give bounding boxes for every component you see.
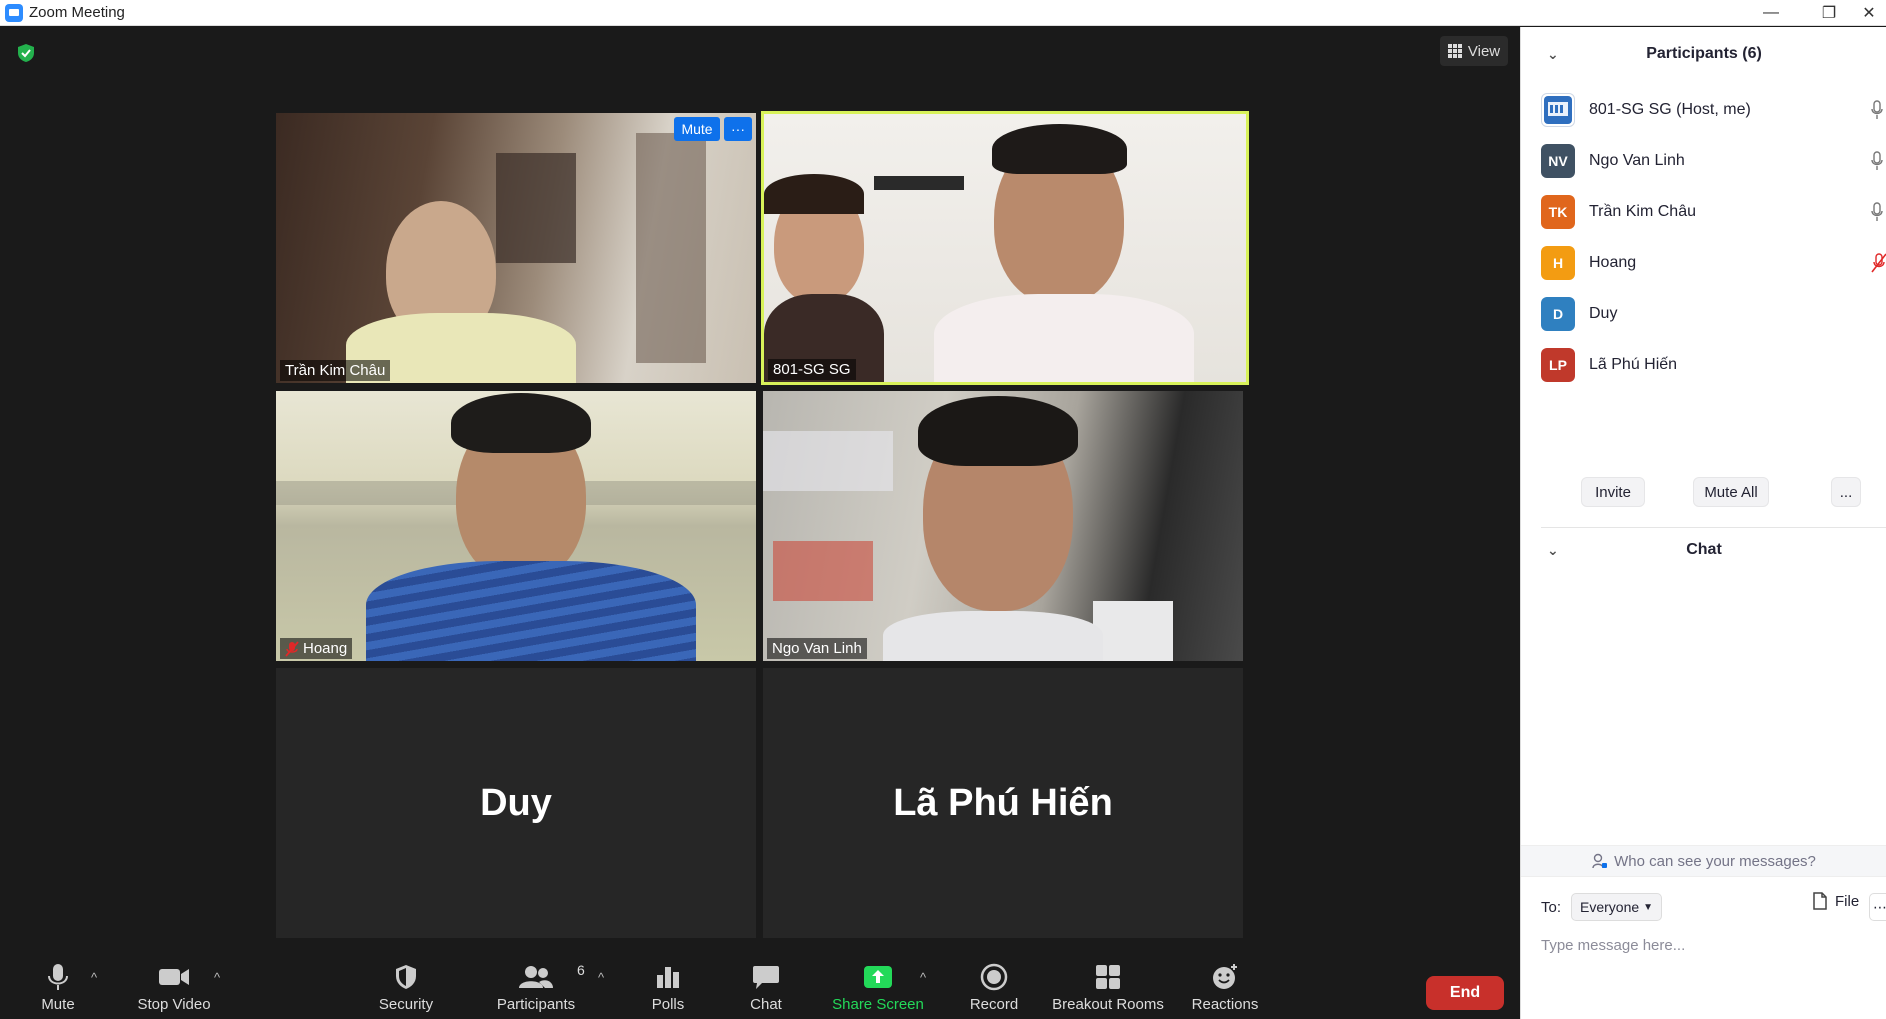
video-tile-active-speaker[interactable]: 801-SG SG — [761, 111, 1249, 385]
participant-row[interactable]: H Hoang — [1541, 243, 1886, 283]
avatar: NV — [1541, 144, 1575, 178]
hover-more-button[interactable]: ··· — [724, 117, 752, 141]
mute-button[interactable]: Mute — [36, 960, 80, 1013]
side-panel: ⌄ Participants (6) 801-SG SG (Host, me) … — [1520, 27, 1886, 1019]
zoom-logo-icon — [5, 3, 23, 22]
microphone-icon — [48, 964, 68, 990]
participants-button[interactable]: 6 Participants — [496, 960, 585, 1013]
collapse-participants-chevron-icon[interactable]: ⌄ — [1547, 46, 1559, 63]
avatar — [1541, 93, 1575, 127]
polls-button[interactable]: Polls — [648, 960, 688, 1013]
mic-muted-icon[interactable] — [1871, 253, 1886, 273]
share-screen-button[interactable]: Share Screen — [830, 960, 926, 1013]
audio-options-caret[interactable]: ^ — [91, 970, 97, 985]
video-options-caret[interactable]: ^ — [214, 970, 220, 985]
panel-divider — [1541, 527, 1886, 528]
video-tile[interactable]: Hoang — [276, 391, 756, 661]
video-feed — [763, 391, 1243, 661]
view-label: View — [1467, 42, 1501, 60]
avatar: LP — [1541, 348, 1575, 382]
collapse-chat-chevron-icon[interactable]: ⌄ — [1547, 542, 1559, 559]
tile-name-tag: Hoang — [280, 638, 353, 659]
participant-row[interactable]: 801-SG SG (Host, me) — [1541, 90, 1886, 130]
breakout-rooms-button[interactable]: Breakout Rooms — [1050, 960, 1166, 1013]
participants-header: ⌄ Participants (6) — [1547, 45, 1762, 63]
grid-view-icon — [1447, 44, 1462, 58]
breakout-rooms-icon — [1096, 965, 1120, 989]
avatar: TK — [1541, 195, 1575, 229]
mic-on-icon[interactable] — [1871, 151, 1883, 171]
mic-on-icon[interactable] — [1871, 100, 1883, 120]
video-tile[interactable]: Ngo Van Linh — [763, 391, 1243, 661]
participant-row[interactable]: LP Lã Phú Hiến — [1541, 345, 1886, 385]
meeting-toolbar: Mute ^ Stop Video ^ Security 6 Participa… — [0, 960, 1520, 1019]
invite-button[interactable]: Invite — [1581, 477, 1645, 507]
encryption-shield-icon[interactable] — [16, 43, 36, 63]
to-label: To: — [1541, 898, 1562, 916]
video-tile[interactable]: Mute ··· Trần Kim Châu — [276, 113, 756, 383]
share-options-caret[interactable]: ^ — [920, 970, 926, 985]
video-feed — [764, 114, 1246, 382]
chat-bubble-icon — [753, 966, 779, 989]
file-button[interactable]: File — [1813, 892, 1859, 910]
tile-name-tag: Trần Kim Châu — [280, 360, 391, 381]
participants-more-button[interactable]: ... — [1831, 477, 1861, 507]
video-stage: View Mute ··· Trần Kim Châu 801-SG SG Ho… — [0, 27, 1520, 1019]
video-tile-no-video[interactable]: Lã Phú Hiến — [763, 668, 1243, 938]
mute-all-button[interactable]: Mute All — [1693, 477, 1769, 507]
hover-mute-button[interactable]: Mute — [674, 117, 720, 141]
participant-row[interactable]: NV Ngo Van Linh — [1541, 141, 1886, 181]
participant-display-name: Lã Phú Hiến — [893, 781, 1113, 824]
muted-mic-icon — [285, 640, 299, 657]
reactions-button[interactable]: Reactions — [1190, 960, 1260, 1013]
chat-more-button[interactable]: ⋯ — [1869, 893, 1886, 921]
chat-button[interactable]: Chat — [746, 960, 786, 1013]
chevron-down-icon: ▼ — [1643, 901, 1654, 913]
mic-on-icon[interactable] — [1871, 202, 1883, 222]
record-icon — [980, 963, 1008, 991]
chat-header: ⌄ Chat — [1547, 541, 1722, 559]
participant-row[interactable]: TK Trần Kim Châu — [1541, 192, 1886, 232]
participants-options-caret[interactable]: ^ — [598, 970, 604, 985]
video-camera-icon — [159, 969, 189, 985]
chat-message-input[interactable] — [1541, 927, 1871, 963]
tile-name-tag: Ngo Van Linh — [767, 638, 867, 659]
view-button[interactable]: View — [1440, 36, 1508, 66]
chat-recipient-row: To: Everyone ▼ File ⋯ — [1541, 892, 1886, 922]
title-bar: Zoom Meeting — ❐ ✕ — [0, 0, 1886, 26]
who-can-see-messages-link[interactable]: Who can see your messages? — [1521, 845, 1886, 877]
participants-count-badge: 6 — [577, 962, 585, 978]
minimize-button[interactable]: — — [1748, 0, 1794, 26]
avatar: H — [1541, 246, 1575, 280]
security-shield-icon — [396, 965, 416, 989]
recipient-dropdown[interactable]: Everyone ▼ — [1571, 893, 1663, 921]
video-feed — [276, 113, 756, 383]
record-button[interactable]: Record — [964, 960, 1024, 1013]
polls-bar-chart-icon — [657, 967, 679, 988]
end-meeting-button[interactable]: End — [1426, 976, 1504, 1010]
video-feed — [276, 391, 756, 661]
stop-video-button[interactable]: Stop Video — [134, 960, 214, 1013]
restore-button[interactable]: ❐ — [1806, 0, 1852, 26]
file-icon — [1813, 892, 1827, 910]
window-title: Zoom Meeting — [29, 4, 125, 21]
host-avatar-image-icon — [1544, 96, 1572, 124]
share-screen-icon — [864, 966, 892, 988]
reactions-smiley-icon — [1213, 964, 1237, 989]
tile-name-tag: 801-SG SG — [768, 359, 856, 380]
security-button[interactable]: Security — [376, 960, 436, 1013]
participant-row[interactable]: D Duy — [1541, 294, 1886, 334]
video-tile-no-video[interactable]: Duy — [276, 668, 756, 938]
participants-icon — [519, 966, 553, 988]
avatar: D — [1541, 297, 1575, 331]
user-lock-icon — [1592, 853, 1608, 869]
close-button[interactable]: ✕ — [1852, 0, 1886, 26]
participant-display-name: Duy — [480, 781, 552, 824]
